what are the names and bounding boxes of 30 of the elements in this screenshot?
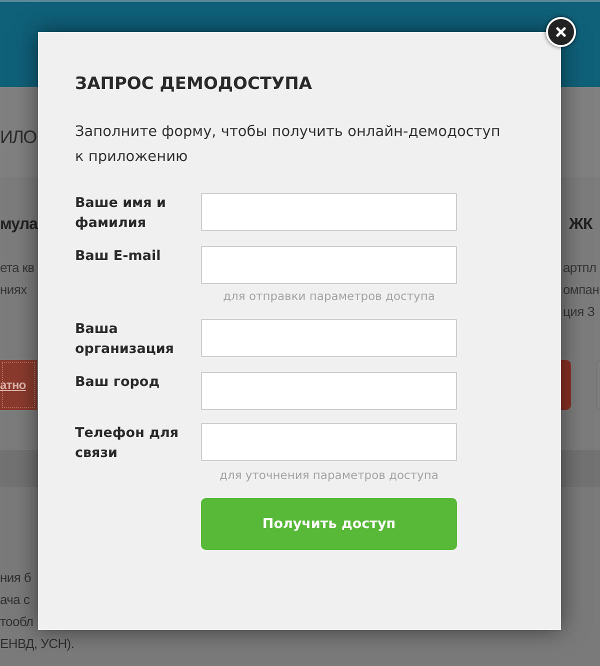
body-text: ача с [0,591,30,609]
text-input[interactable] [201,246,457,284]
text-input[interactable] [201,372,457,410]
card-text: омпан [563,281,600,299]
close-icon [556,27,566,37]
text-input[interactable] [201,319,457,357]
card-title: ЖК [569,215,592,235]
section-heading: ИЛО [0,126,36,149]
action-button[interactable] [561,360,571,410]
dialog-title: ЗАПРОС ДЕМОДОСТУПА [75,73,312,96]
card-title: мула [0,215,38,235]
body-text: тообл [0,613,34,631]
trial-button[interactable]: атно [0,360,37,410]
field-label: Ваш E-mail [75,247,162,266]
submit-button[interactable]: Получить доступ [201,498,457,550]
field-label: Телефон для связи [75,424,180,463]
text-input[interactable] [201,423,457,461]
card-text: ция З [563,303,595,321]
field-hint: для отправки параметров доступа [222,288,436,305]
field-label: Ваш город [75,373,161,392]
field-label: Ваше имя и фамилия [75,194,167,233]
body-text: ния б [0,569,32,587]
text-input[interactable] [201,193,457,231]
body-text: ЕНВД, УСН). [0,635,74,653]
dialog-description: Заполните форму, чтобы получить онлайн-демодоступ к приложению [75,123,502,167]
card-text: ниях [0,281,27,299]
card-text: артпл [563,259,596,277]
card-text: ета кв [0,259,34,277]
field-hint: для уточнения параметров доступа [218,467,440,484]
field-label: Ваша организация [75,320,175,359]
